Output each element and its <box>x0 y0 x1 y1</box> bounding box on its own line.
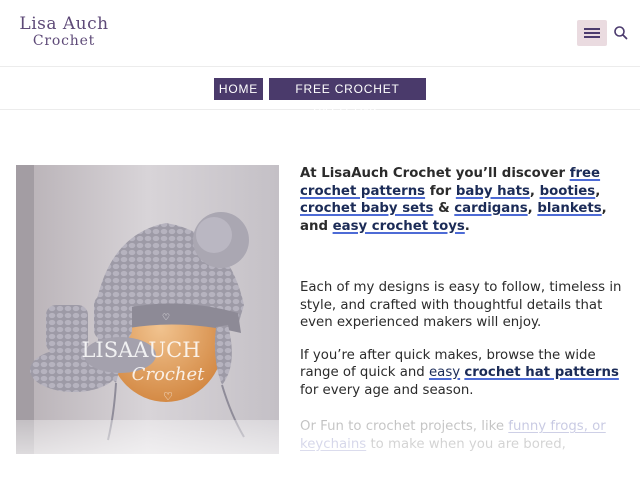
design-paragraph: Each of my designs is easy to follow, ti… <box>300 280 622 330</box>
main-nav: HOME FREE CROCHET PATTERNS <box>0 68 640 118</box>
link-easy-crochet-toys[interactable]: easy crochet toys <box>333 219 465 234</box>
nav-item-free-crochet-patterns[interactable]: FREE CROCHET PATTERNS <box>269 78 426 118</box>
search-icon <box>614 26 628 40</box>
link-booties[interactable]: booties <box>540 184 596 199</box>
quick-makes-paragraph: If you’re after quick makes, browse the … <box>300 347 619 398</box>
watermark-line1: LISAAUCH <box>81 338 200 362</box>
logo-line1: Lisa Auch <box>19 14 109 34</box>
link-easy[interactable]: easy <box>429 365 460 380</box>
svg-text:♡: ♡ <box>163 390 173 403</box>
fun-projects-paragraph: Or Fun to crochet projects, like funny f… <box>300 419 606 452</box>
main-content: At LisaAuch Crochet you’ll discover free… <box>300 165 625 453</box>
menu-button[interactable] <box>577 20 607 46</box>
hamburger-menu-icon <box>584 28 600 30</box>
link-blankets[interactable]: blankets <box>537 201 601 216</box>
watermark-line2: Crochet <box>132 364 206 385</box>
link-crochet-baby-sets[interactable]: crochet baby sets <box>300 201 433 216</box>
site-logo[interactable]: Lisa Auch Crochet <box>14 16 114 54</box>
site-header: Lisa Auch Crochet <box>0 0 640 67</box>
logo-line2: Crochet <box>32 33 96 49</box>
svg-text:♡: ♡ <box>162 313 170 323</box>
hero-image: ♡ LISAAUCH Crochet ♡ <box>16 165 279 454</box>
link-baby-hats[interactable]: baby hats <box>456 184 530 199</box>
link-crochet-hat-patterns[interactable]: crochet hat patterns <box>464 365 619 380</box>
link-cardigans[interactable]: cardigans <box>454 201 527 216</box>
intro-paragraph: At LisaAuch Crochet you’ll discover free… <box>300 166 607 234</box>
nav-item-home[interactable]: HOME <box>214 78 263 100</box>
search-button[interactable] <box>612 24 630 42</box>
